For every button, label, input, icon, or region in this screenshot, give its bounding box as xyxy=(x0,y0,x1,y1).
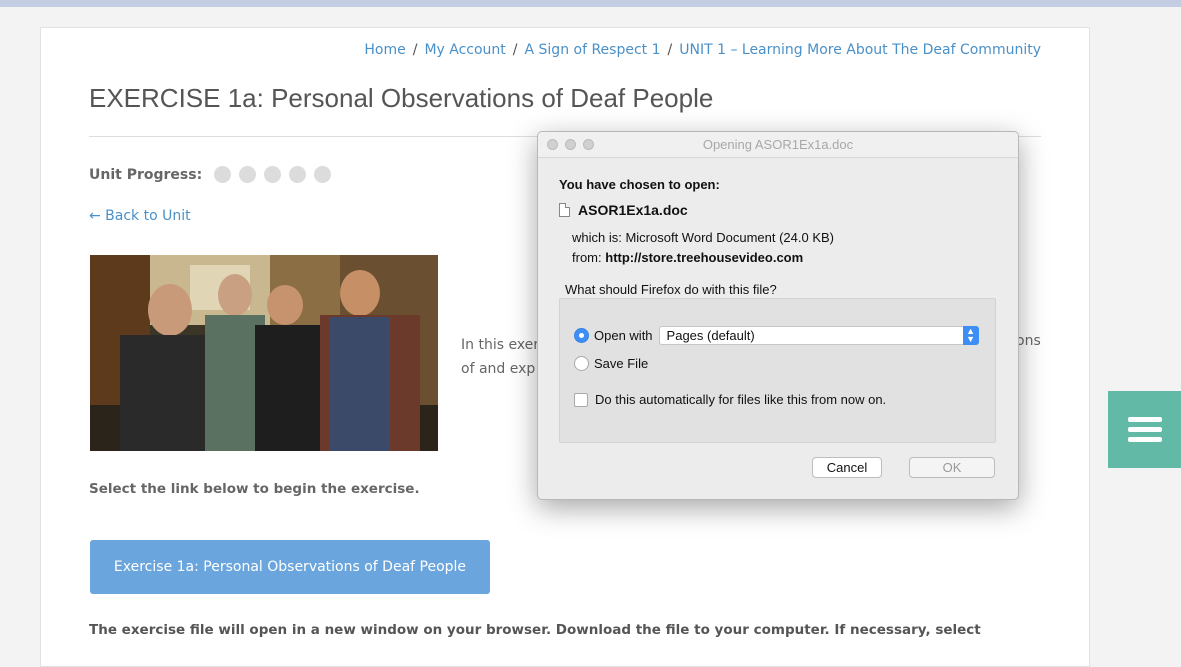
file-type: which is: Microsoft Word Document (24.0 … xyxy=(572,230,835,245)
dialog-titlebar: Opening ASOR1Ex1a.doc xyxy=(538,132,1018,158)
document-icon xyxy=(559,203,570,217)
cancel-button[interactable]: Cancel xyxy=(812,457,882,478)
open-with-select-value: Pages (default) xyxy=(666,328,755,343)
progress-dot xyxy=(239,166,257,183)
breadcrumb-separator: / xyxy=(667,42,673,58)
progress-dot xyxy=(289,166,307,183)
file-open-dialog: Opening ASOR1Ex1a.doc You have chosen to… xyxy=(537,131,1019,500)
file-name: ASOR1Ex1a.doc xyxy=(578,202,688,218)
save-file-radio[interactable] xyxy=(574,356,589,371)
intro-text-line: In this exer xyxy=(461,337,540,353)
action-question: What should Firefox do with this file? xyxy=(565,282,777,297)
breadcrumb-separator: / xyxy=(412,42,418,58)
file-source-label: from: xyxy=(572,250,602,265)
open-with-select[interactable]: Pages (default) ▲ ▼ xyxy=(658,326,979,345)
progress-dots xyxy=(214,166,339,183)
open-with-option[interactable]: Open with Pages (default) ▲ ▼ xyxy=(574,326,979,345)
video-still-image xyxy=(90,255,438,451)
file-source-url: http://store.treehousevideo.com xyxy=(605,250,804,265)
unit-progress-label: Unit Progress: xyxy=(89,166,203,183)
auto-option[interactable]: Do this automatically for files like thi… xyxy=(574,392,886,407)
top-accent-bar xyxy=(0,0,1181,7)
begin-instructions: Select the link below to begin the exerc… xyxy=(89,481,420,497)
breadcrumb-unit[interactable]: UNIT 1 – Learning More About The Deaf Co… xyxy=(679,42,1041,58)
breadcrumb-separator: / xyxy=(512,42,518,58)
progress-dot xyxy=(214,166,232,183)
progress-dot xyxy=(314,166,332,183)
auto-checkbox[interactable] xyxy=(574,392,588,407)
dialog-title: Opening ASOR1Ex1a.doc xyxy=(702,137,854,152)
breadcrumb-my-account[interactable]: My Account xyxy=(424,42,505,58)
menu-button[interactable] xyxy=(1108,391,1181,468)
exercise-video-still xyxy=(90,255,438,451)
save-file-option[interactable]: Save File xyxy=(574,356,648,371)
hamburger-icon xyxy=(1127,412,1162,447)
progress-dot xyxy=(264,166,282,183)
action-options-panel: Open with Pages (default) ▲ ▼ Save File D… xyxy=(559,298,996,443)
file-row: ASOR1Ex1a.doc xyxy=(559,202,688,218)
ok-button[interactable]: OK xyxy=(909,457,995,478)
open-with-radio[interactable] xyxy=(574,328,589,343)
file-source: from: http://store.treehousevideo.com xyxy=(572,250,803,265)
breadcrumb: Home / My Account / A Sign of Respect 1 / UNIT… xyxy=(364,42,1041,58)
breadcrumb-home[interactable]: Home xyxy=(364,42,405,58)
unit-progress: Unit Progress: xyxy=(89,166,339,183)
chosen-label: You have chosen to open: xyxy=(559,177,720,192)
exercise-1a-button[interactable]: Exercise 1a: Personal Observations of De… xyxy=(90,540,490,594)
save-file-label: Save File xyxy=(594,356,649,371)
page-title: EXERCISE 1a: Personal Observations of De… xyxy=(89,83,714,113)
auto-label: Do this automatically for files like thi… xyxy=(595,392,887,407)
breadcrumb-course[interactable]: A Sign of Respect 1 xyxy=(525,42,661,58)
download-instructions: The exercise file will open in a new win… xyxy=(89,622,981,638)
chevron-updown-icon: ▲ ▼ xyxy=(962,326,979,345)
open-with-label: Open with xyxy=(594,328,653,343)
intro-text-tail: ons xyxy=(1016,333,1041,349)
back-to-unit-link[interactable]: ← Back to Unit xyxy=(89,208,191,224)
